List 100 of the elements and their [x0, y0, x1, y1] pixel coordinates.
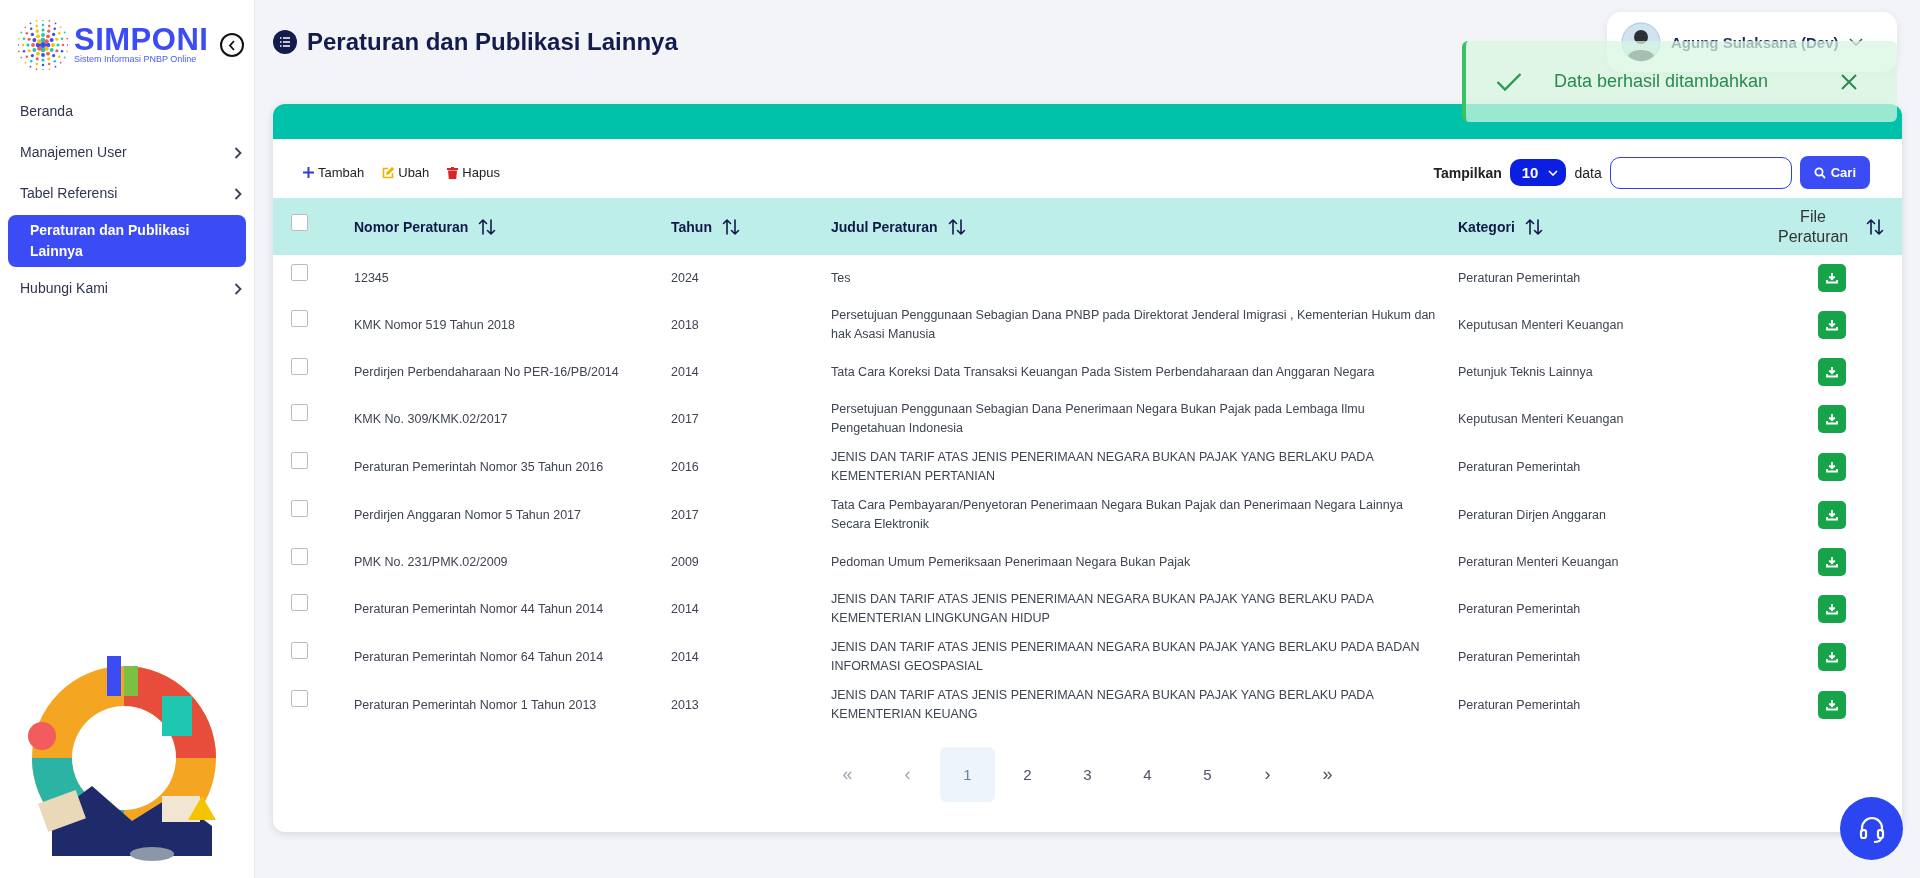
row-checkbox[interactable]	[291, 310, 308, 327]
sidebar-item[interactable]: Hubungi Kami	[8, 269, 246, 308]
table-cell-text: Perdirjen Perbendaharaan No PER-16/PB/2014	[354, 363, 620, 381]
table-cell-text: 12345	[354, 269, 390, 287]
table-cell-text: JENIS DAN TARIF ATAS JENIS PENERIMAAN NEGARA BUKAN PAJAK YANG BERLAKU PADA KEMENTERIAN PERTANIAN	[831, 449, 1375, 485]
logo-subtitle: Sistem Informasi PNBP Online	[74, 54, 198, 64]
chevron-left-icon	[228, 39, 236, 51]
row-checkbox[interactable]	[291, 452, 308, 469]
edit-icon	[382, 166, 395, 179]
sort-icon[interactable]	[947, 217, 966, 236]
page-button[interactable]: 3	[1060, 747, 1115, 802]
table-cell-text: Peraturan Pemerintah Nomor 44 Tahun 2014	[354, 600, 605, 618]
page-button[interactable]: 4	[1120, 747, 1175, 802]
table-cell-text: 2017	[671, 410, 700, 428]
toast-message: Data berhasil ditambahkan	[1554, 71, 1770, 92]
column-header: Nomor Peraturan	[354, 218, 469, 235]
add-button[interactable]: Tambah	[303, 165, 365, 180]
table-cell-text: 2014	[671, 600, 700, 618]
select-all-checkbox[interactable]	[291, 214, 308, 231]
row-checkbox[interactable]	[291, 642, 308, 659]
table-cell-text: Peraturan Pemerintah Nomor 1 Tahun 2013	[354, 696, 598, 714]
row-checkbox[interactable]	[291, 548, 308, 565]
download-button[interactable]	[1818, 595, 1846, 623]
table-cell-text: Peraturan Pemerintah Nomor 64 Tahun 2014	[354, 648, 605, 666]
row-checkbox[interactable]	[291, 404, 308, 421]
sidebar-item[interactable]: Manajemen User	[8, 133, 246, 172]
download-icon	[1826, 651, 1838, 663]
trash-icon	[447, 166, 459, 179]
table-cell-text: 2014	[671, 648, 700, 666]
download-button[interactable]	[1818, 311, 1846, 339]
download-button[interactable]	[1818, 358, 1846, 386]
download-icon	[1826, 461, 1838, 473]
row-checkbox[interactable]	[291, 358, 308, 375]
download-icon	[1826, 319, 1838, 331]
column-header: Judul Peraturan	[831, 218, 938, 235]
table-cell-text: Peraturan Menteri Keuangan	[1458, 553, 1620, 571]
table-cell-text: KMK No. 309/KMK.02/2017	[354, 410, 509, 428]
chevron-right-icon	[234, 146, 242, 159]
download-button[interactable]	[1818, 501, 1846, 529]
row-checkbox[interactable]	[291, 594, 308, 611]
download-button[interactable]	[1818, 405, 1846, 433]
download-button[interactable]	[1818, 643, 1846, 671]
table-cell-text: Tata Cara Koreksi Data Transaksi Keuangan Pada Sistem Perbendaharaan dan Anggaran Negara	[831, 363, 1376, 381]
row-checkbox[interactable]	[291, 500, 308, 517]
edit-button[interactable]: Ubah	[382, 165, 430, 180]
page-button[interactable]: 1	[940, 747, 995, 802]
table-cell-text: Perdirjen Anggaran Nomor 5 Tahun 2017	[354, 506, 582, 524]
row-checkbox[interactable]	[291, 690, 308, 707]
table-cell-text: Pedoman Umum Pemeriksaan Penerimaan Negara Bukan Pajak	[831, 553, 1192, 571]
page-button[interactable]: 5	[1180, 747, 1235, 802]
table-cell-text: Petunjuk Teknis Lainnya	[1458, 363, 1594, 381]
list-icon	[273, 30, 297, 54]
plus-icon	[303, 167, 314, 178]
table-cell-text: KMK Nomor 519 Tahun 2018	[354, 316, 516, 334]
page-button[interactable]: 2	[1000, 747, 1055, 802]
sidebar-item[interactable]: Beranda	[8, 92, 246, 131]
download-button[interactable]	[1818, 691, 1846, 719]
next-page-button[interactable]: ›	[1240, 747, 1295, 802]
download-button[interactable]	[1818, 453, 1846, 481]
sort-icon[interactable]	[1866, 217, 1884, 236]
table-cell-text: Keputusan Menteri Keuangan	[1458, 316, 1625, 334]
table-cell-text: 2018	[671, 316, 700, 334]
table-cell-text: JENIS DAN TARIF ATAS JENIS PENERIMAAN NEGARA BUKAN PAJAK YANG BERLAKU PADA KEMENTERIAN KEUANG	[831, 687, 1375, 723]
page-size-select[interactable]: 10	[1509, 159, 1567, 186]
column-header: File Peraturan	[1778, 206, 1848, 247]
table-cell-text: Persetujuan Penggunaan Sebagian Dana Penerimaan Negara Bukan Pajak pada Lembaga Ilmu Pengetahuan Indonesia	[831, 401, 1366, 437]
close-icon[interactable]	[1841, 73, 1857, 90]
table-cell-text: Peraturan Pemerintah Nomor 35 Tahun 2016	[354, 458, 605, 476]
download-icon	[1826, 272, 1838, 284]
table-cell-text: 2009	[671, 553, 700, 571]
table-cell-text: Peraturan Dirjen Anggaran	[1458, 506, 1607, 524]
sort-icon[interactable]	[478, 217, 497, 236]
download-button[interactable]	[1818, 264, 1846, 292]
page-title: Peraturan dan Publikasi Lainnya	[307, 28, 678, 56]
table-cell-text: Persetujuan Penggunaan Sebagian Dana PNBP pada Direktorat Jenderal Imigrasi , Kementerian Hukum dan hak Asasi Manusia	[831, 307, 1437, 343]
table-cell-text: 2016	[671, 458, 700, 476]
delete-button[interactable]: Hapus	[447, 165, 500, 180]
row-checkbox[interactable]	[291, 264, 308, 281]
download-icon	[1826, 556, 1838, 568]
search-button[interactable]: Cari	[1799, 156, 1870, 189]
table-cell-text: Peraturan Pemerintah	[1458, 458, 1582, 476]
table-cell-text: JENIS DAN TARIF ATAS JENIS PENERIMAAN NEGARA BUKAN PAJAK YANG BERLAKU PADA KEMENTERIAN LINGKUNGAN HIDUP	[831, 591, 1375, 627]
collapse-button[interactable]	[220, 33, 244, 57]
logo-icon	[18, 20, 68, 70]
sort-icon[interactable]	[1524, 217, 1543, 236]
table-cell-text: Keputusan Menteri Keuangan	[1458, 410, 1625, 428]
sidebar-item[interactable]: Peraturan dan Publikasi Lainnya	[8, 215, 246, 267]
table-cell-text: JENIS DAN TARIF ATAS JENIS PENERIMAAN NEGARA BUKAN PAJAK YANG BERLAKU PADA BADAN INFORMASI GEOSPASIAL	[831, 639, 1421, 675]
sort-icon[interactable]	[721, 217, 740, 236]
table-cell-text: Peraturan Pemerintah	[1458, 600, 1582, 618]
table-cell-text: 2013	[671, 696, 700, 714]
show-suffix: data	[1574, 164, 1602, 181]
download-icon	[1826, 366, 1838, 378]
last-page-button[interactable]: »	[1300, 747, 1355, 802]
chevron-right-icon	[234, 282, 242, 295]
table-cell-text: Tata Cara Pembayaran/Penyetoran Penerimaan Negara Bukan Pajak dan Penerimaan Negara Lainnya Secara Elektronik	[831, 497, 1404, 533]
table-cell-text: Peraturan Pemerintah	[1458, 696, 1582, 714]
search-field[interactable]	[1609, 156, 1792, 189]
sidebar-item[interactable]: Tabel Referensi	[8, 174, 246, 213]
download-button[interactable]	[1818, 548, 1846, 576]
